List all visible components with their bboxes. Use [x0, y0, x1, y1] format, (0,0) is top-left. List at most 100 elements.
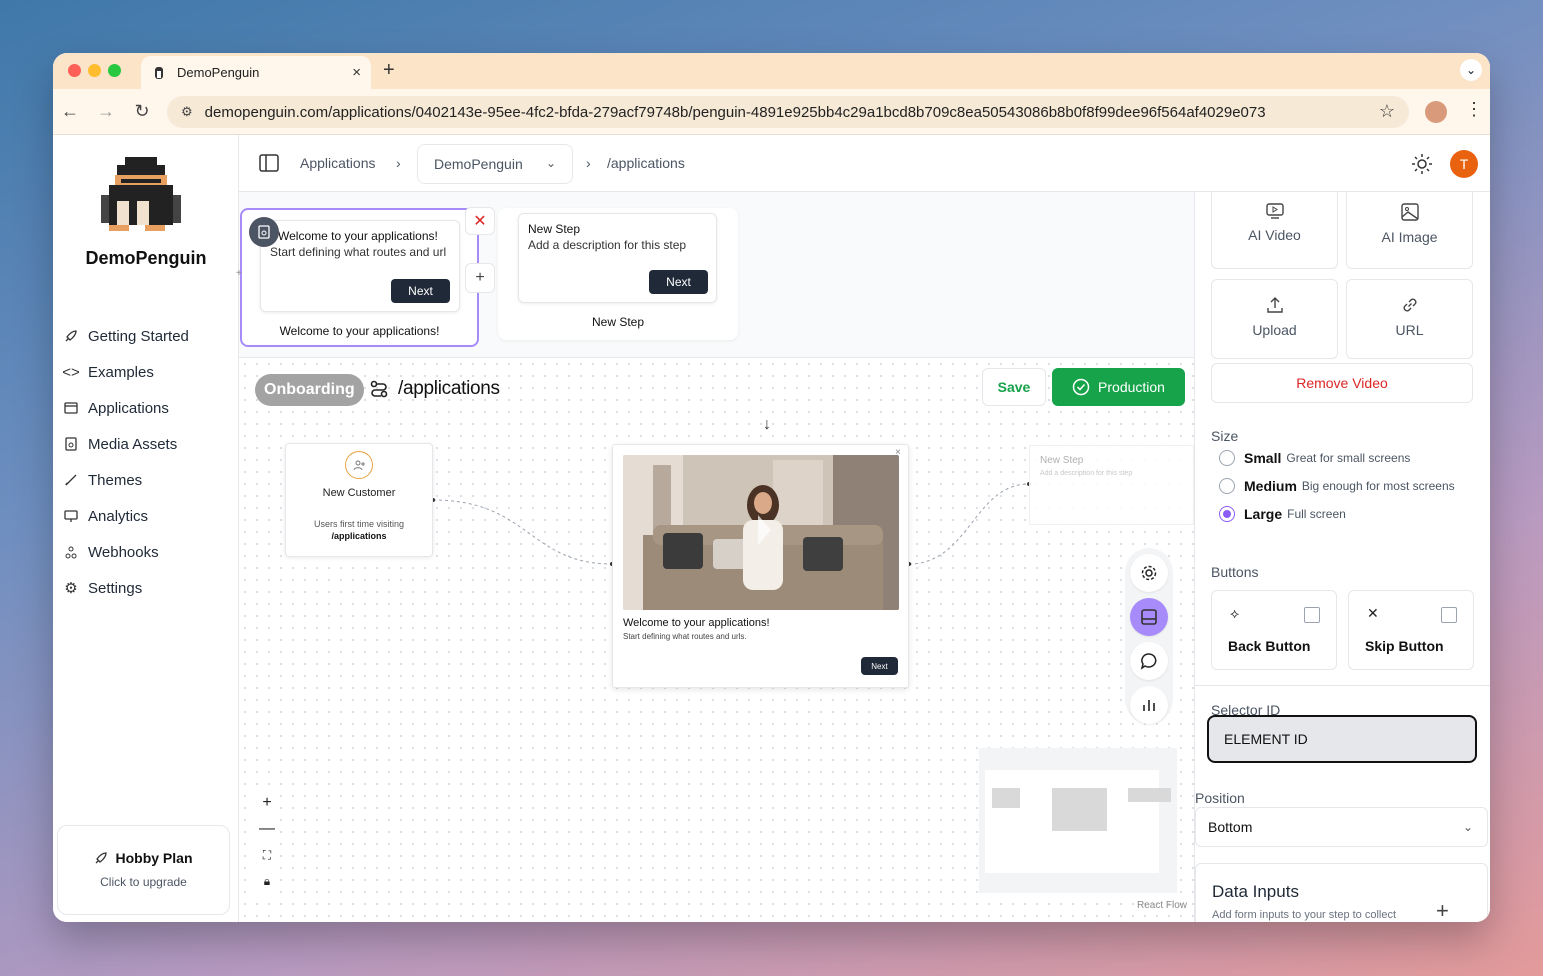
url-tile[interactable]: URL — [1346, 279, 1473, 359]
tab-search-chevron-icon[interactable]: ⌄ — [1460, 59, 1482, 81]
add-data-input-button[interactable]: + — [1436, 898, 1449, 922]
radio-medium[interactable] — [1219, 478, 1235, 494]
zoom-window-button[interactable] — [108, 64, 121, 77]
tab-close-icon[interactable]: × — [352, 64, 361, 81]
size-option-small[interactable]: Small Great for small screens — [1219, 450, 1410, 466]
link-icon — [1347, 296, 1472, 314]
fit-view-icon[interactable]: ⛶ — [255, 842, 279, 868]
size-desc: Big enough for most screens — [1301, 479, 1455, 493]
skip-button-checkbox[interactable] — [1441, 607, 1457, 623]
new-tab-button[interactable]: + — [383, 59, 395, 82]
size-option-large[interactable]: Large Full screen — [1219, 506, 1346, 522]
step-next-button[interactable]: Next — [649, 270, 708, 294]
browser-tab[interactable]: DemoPenguin × — [141, 56, 371, 89]
tile-label: AI Image — [1381, 229, 1438, 245]
close-icon[interactable]: × — [895, 447, 901, 458]
skip-button-label: Skip Button — [1365, 638, 1444, 654]
sidebar-item-webhooks[interactable]: Webhooks — [63, 534, 233, 570]
ai-image-tile[interactable]: AI Image — [1346, 192, 1473, 269]
address-bar[interactable]: ⚙ demopenguin.com/applications/0402143e-… — [167, 96, 1409, 128]
step-preview: New Step Add a description for this step… — [518, 213, 717, 303]
sidebar-item-analytics[interactable]: Analytics — [63, 498, 233, 534]
main-area: Applications › DemoPenguin ⌄ › /applicat… — [236, 135, 1490, 922]
step-title: Welcome to your applications! — [278, 229, 438, 243]
rocket-icon — [63, 328, 79, 344]
app-select-value: DemoPenguin — [434, 156, 523, 172]
browser-profile-avatar[interactable] — [1425, 101, 1447, 123]
bookmark-star-icon[interactable]: ☆ — [1379, 101, 1395, 122]
flow-canvas[interactable]: Onboarding /applications Save Production… — [239, 358, 1194, 922]
minimize-window-button[interactable] — [88, 64, 101, 77]
size-name: Large — [1244, 506, 1283, 522]
back-arrow-icon[interactable]: ← — [59, 101, 81, 122]
minimap[interactable] — [979, 748, 1177, 893]
ai-video-icon — [1212, 203, 1337, 219]
tile-label: Upload — [1252, 322, 1297, 338]
plan-title-row: Hobby Plan — [58, 850, 229, 866]
radio-small[interactable] — [1219, 450, 1235, 466]
close-window-button[interactable] — [68, 64, 81, 77]
tile-label: URL — [1395, 322, 1424, 338]
upload-tile[interactable]: Upload — [1211, 279, 1338, 359]
zoom-out-button[interactable]: — — [255, 816, 279, 842]
forward-arrow-icon[interactable]: → — [95, 101, 117, 122]
sidebar-item-themes[interactable]: Themes — [63, 462, 233, 498]
step-media-badge[interactable] — [249, 217, 279, 247]
sidebar-item-examples[interactable]: <> Examples — [62, 354, 233, 390]
step-next-button[interactable]: Next — [391, 279, 450, 303]
delete-step-button[interactable]: ✕ — [465, 207, 495, 235]
position-select[interactable]: Bottom ⌄ — [1195, 807, 1488, 847]
sidebar-item-applications[interactable]: Applications — [63, 390, 233, 426]
step-label: Welcome to your applications! — [279, 324, 440, 338]
site-settings-icon[interactable]: ⚙ — [181, 104, 193, 120]
ghost-step-node[interactable]: New Step Add a description for this step — [1029, 445, 1194, 525]
node-next-button[interactable]: Next — [861, 657, 898, 675]
node-settings-button[interactable] — [1130, 554, 1168, 592]
node-layout-button[interactable] — [1130, 598, 1168, 636]
video-preview[interactable] — [623, 455, 899, 610]
breadcrumb-applications[interactable]: Applications — [300, 155, 376, 171]
size-option-medium[interactable]: Medium Big enough for most screens — [1219, 478, 1455, 494]
step-card-selected[interactable]: Welcome to your applications! Start defi… — [236, 207, 495, 347]
tab-title: DemoPenguin — [177, 65, 260, 80]
node-analytics-button[interactable] — [1130, 686, 1168, 724]
minimap-node — [1128, 788, 1171, 802]
brand-name: DemoPenguin — [85, 248, 207, 268]
chevron-down-icon: ⌄ — [1462, 820, 1473, 834]
size-desc: Great for small screens — [1286, 451, 1411, 465]
code-icon: <> — [62, 363, 80, 381]
react-flow-attribution[interactable]: React Flow — [1137, 900, 1187, 911]
gear-icon — [1141, 565, 1157, 581]
gear-icon: ⚙ — [64, 580, 78, 597]
skip-button-tile[interactable]: ✕ Skip Button — [1348, 590, 1474, 670]
theme-sun-icon[interactable] — [1411, 153, 1433, 175]
user-avatar[interactable]: T — [1450, 150, 1478, 178]
data-inputs-subtitle: Add form inputs to your step to collect — [1212, 909, 1397, 921]
ai-video-tile[interactable]: AI Video — [1211, 192, 1338, 269]
step-card[interactable]: New Step Add a description for this step… — [498, 208, 738, 340]
new-customer-node[interactable]: New Customer Users first time visiting /… — [285, 443, 433, 557]
hobby-plan-card[interactable]: Hobby Plan Click to upgrade — [57, 825, 230, 915]
radio-large[interactable] — [1219, 506, 1235, 522]
sidebar-item-settings[interactable]: ⚙ Settings — [63, 570, 233, 606]
back-button-checkbox[interactable] — [1304, 607, 1320, 623]
sidebar-toggle-icon[interactable] — [259, 153, 279, 173]
add-step-after-button[interactable]: + — [465, 263, 495, 293]
buttons-label: Buttons — [1211, 564, 1259, 580]
back-button-tile[interactable]: ⟡ Back Button — [1211, 590, 1337, 670]
zoom-controls: + — ⛶ 🔒︎ — [255, 790, 279, 894]
selector-id-input[interactable]: ELEMENT ID — [1207, 715, 1477, 763]
sidebar-item-getting-started[interactable]: Getting Started — [63, 318, 233, 354]
add-step-before-icon[interactable]: + — [236, 268, 242, 279]
app-select[interactable]: DemoPenguin ⌄ — [417, 144, 573, 184]
lock-icon[interactable]: 🔒︎ — [255, 868, 279, 894]
video-step-node[interactable]: × Welcome to your applications! Start de… — [612, 444, 909, 688]
browser-menu-icon[interactable]: ⋮ — [1465, 99, 1483, 120]
position-value: Bottom — [1208, 819, 1253, 835]
penguin-logo-icon — [101, 157, 181, 231]
sidebar-item-media-assets[interactable]: Media Assets — [63, 426, 233, 462]
remove-video-button[interactable]: Remove Video — [1211, 363, 1473, 403]
reload-icon[interactable]: ↻ — [131, 101, 153, 122]
node-comment-button[interactable] — [1130, 642, 1168, 680]
zoom-in-button[interactable]: + — [255, 790, 279, 816]
